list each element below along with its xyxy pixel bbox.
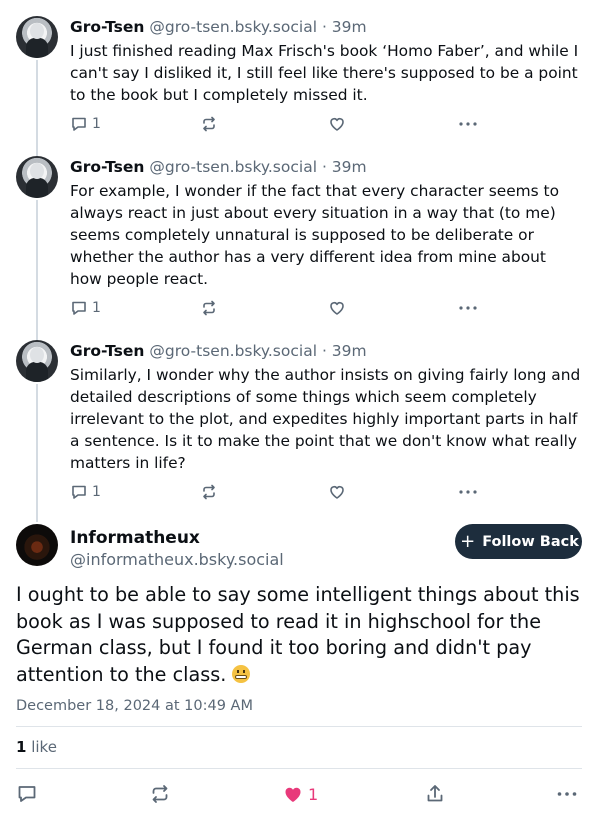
- post-actions: 1: [70, 483, 490, 503]
- divider: [16, 726, 582, 727]
- author-handle[interactable]: @gro-tsen.bsky.social: [149, 158, 317, 176]
- repost-button[interactable]: [200, 299, 218, 317]
- more-options-button[interactable]: [458, 483, 478, 501]
- author-name[interactable]: Gro-Tsen: [70, 342, 144, 360]
- thread-post[interactable]: Gro-Tsen @gro-tsen.bsky.social · 39m Sim…: [70, 341, 582, 474]
- repost-button[interactable]: [200, 483, 218, 501]
- main-post-actions: 1: [16, 783, 582, 805]
- more-icon: [557, 792, 577, 796]
- author-handle[interactable]: @informatheux.bsky.social: [70, 549, 284, 571]
- heart-filled-icon: [285, 787, 301, 802]
- thread-line: [36, 60, 38, 156]
- likes-count: 1: [16, 738, 27, 756]
- divider: [16, 768, 582, 769]
- more-icon: [459, 306, 477, 310]
- author-handle[interactable]: @gro-tsen.bsky.social: [149, 342, 317, 360]
- thread-post[interactable]: Gro-Tsen @gro-tsen.bsky.social · 39m For…: [70, 157, 582, 290]
- like-button[interactable]: [328, 115, 346, 133]
- likes-label: like: [31, 738, 57, 756]
- main-post-header: Informatheux @informatheux.bsky.social: [70, 527, 284, 571]
- like-count: 1: [308, 784, 319, 804]
- repost-icon: [152, 785, 168, 803]
- avatar[interactable]: [16, 16, 58, 58]
- repost-icon: [203, 484, 215, 500]
- thread-line: [36, 200, 38, 340]
- reply-icon: [72, 301, 86, 315]
- share-icon: [427, 785, 443, 802]
- follow-back-button[interactable]: + Follow Back: [455, 524, 582, 559]
- post-age: · 39m: [321, 158, 367, 176]
- post-age: · 39m: [321, 18, 367, 36]
- repost-button[interactable]: [149, 783, 171, 805]
- more-options-button[interactable]: [556, 783, 578, 805]
- like-button[interactable]: [328, 299, 346, 317]
- avatar[interactable]: [16, 524, 58, 566]
- plus-icon: +: [460, 530, 476, 552]
- heart-icon: [330, 118, 344, 131]
- repost-icon: [203, 300, 215, 316]
- reply-icon: [72, 117, 86, 131]
- post-actions: 1: [70, 115, 490, 135]
- post-header: Gro-Tsen @gro-tsen.bsky.social · 39m: [70, 17, 582, 37]
- main-post-text: I ought to be able to say some intellige…: [16, 582, 586, 688]
- post-text: I just finished reading Max Frisch's boo…: [70, 42, 579, 104]
- avatar[interactable]: [16, 156, 58, 198]
- reply-icon: [18, 786, 36, 802]
- post-header: Gro-Tsen @gro-tsen.bsky.social · 39m: [70, 341, 582, 361]
- reply-count: 1: [92, 116, 101, 132]
- post-actions: 1: [70, 299, 490, 319]
- follow-back-label: Follow Back: [482, 533, 579, 550]
- heart-icon: [330, 486, 344, 499]
- main-post-body: I ought to be able to say some intellige…: [16, 583, 580, 686]
- repost-icon: [203, 116, 215, 132]
- reply-button[interactable]: 1: [70, 299, 101, 317]
- reply-icon: [72, 485, 86, 499]
- more-options-button[interactable]: [458, 115, 478, 133]
- heart-icon: [330, 302, 344, 315]
- reply-button[interactable]: 1: [70, 115, 101, 133]
- author-name[interactable]: Gro-Tsen: [70, 18, 144, 36]
- author-name[interactable]: Informatheux: [70, 527, 284, 549]
- post-timestamp[interactable]: December 18, 2024 at 10:49 AM: [16, 698, 253, 714]
- post-text: Similarly, I wonder why the author insis…: [70, 366, 581, 472]
- post-text: For example, I wonder if the fact that e…: [70, 182, 560, 288]
- repost-button[interactable]: [200, 115, 218, 133]
- author-handle[interactable]: @gro-tsen.bsky.social: [149, 18, 317, 36]
- thread-post[interactable]: Gro-Tsen @gro-tsen.bsky.social · 39m I j…: [70, 17, 582, 106]
- share-button[interactable]: [424, 783, 446, 805]
- more-options-button[interactable]: [458, 299, 478, 317]
- more-icon: [459, 122, 477, 126]
- more-icon: [459, 490, 477, 494]
- reply-count: 1: [92, 300, 101, 316]
- grimacing-face-icon: [232, 664, 251, 683]
- like-button[interactable]: 1: [282, 783, 318, 805]
- avatar[interactable]: [16, 340, 58, 382]
- author-name[interactable]: Gro-Tsen: [70, 158, 144, 176]
- post-age: · 39m: [321, 342, 367, 360]
- like-button[interactable]: [328, 483, 346, 501]
- reply-count: 1: [92, 484, 101, 500]
- likes-summary[interactable]: 1 like: [16, 738, 57, 756]
- reply-button[interactable]: [16, 783, 38, 805]
- post-header: Gro-Tsen @gro-tsen.bsky.social · 39m: [70, 157, 582, 177]
- reply-button[interactable]: 1: [70, 483, 101, 501]
- thread-line: [36, 384, 38, 522]
